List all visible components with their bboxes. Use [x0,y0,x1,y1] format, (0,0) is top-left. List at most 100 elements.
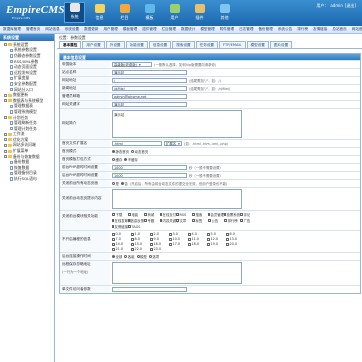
ftp-save-textarea[interactable] [112,262,242,284]
nav-0[interactable]: 系统 [64,2,85,23]
number-checkbox[interactable]: 7.0 [112,237,131,241]
expand-icon[interactable] [4,93,7,97]
settings-tab[interactable]: 功能设置 [125,41,148,48]
radio-option[interactable]: 选项 [148,254,159,259]
number-checkbox[interactable]: 12.0 [207,237,226,241]
module-checkbox[interactable]: 搜索 [192,212,208,217]
number-checkbox[interactable]: 5.0 [207,232,226,236]
ext-select[interactable]: 扩展名 ▾ [164,141,182,146]
site-name-input[interactable]: 演示站 [112,70,187,75]
number-checkbox[interactable]: 2.0 [150,232,169,236]
username[interactable]: admin [330,3,343,8]
nav-3[interactable]: 模板 [139,2,160,23]
submenu-link[interactable]: 数据库管理 [3,27,21,32]
radio-option[interactable]: 全部 [112,254,122,259]
version-select[interactable]: 高级版(收费版) ▾ [112,62,152,67]
number-checkbox[interactable]: 10.0 [169,237,188,241]
settings-tab[interactable]: 搜索设置 [172,41,195,48]
description-textarea[interactable]: 演示站 [112,110,242,138]
expand-icon[interactable] [4,155,7,159]
module-checkbox[interactable]: 专题 [144,218,160,223]
number-checkbox[interactable]: 8.0 [131,237,150,241]
site-url-input[interactable]: / [112,78,187,83]
module-checkbox[interactable]: 下载 [112,212,128,217]
expand-icon[interactable] [4,43,7,47]
number-checkbox[interactable]: 19.0 [207,242,226,246]
number-checkbox[interactable]: 4.0 [188,232,207,236]
expand-icon[interactable] [4,143,7,147]
submenu-link[interactable]: 管理首页 [26,27,40,32]
index-ext-input[interactable]: .html [112,141,162,146]
logout-link[interactable]: [退出] [345,3,356,8]
module-checkbox[interactable]: 投票系统 [224,212,240,217]
php-time2-input[interactable]: 1000 [112,173,187,178]
logo[interactable]: EmpireCMS [6,4,65,16]
radio-option[interactable]: 模型 [136,254,147,259]
number-checkbox[interactable]: 11.0 [188,237,207,241]
expand-icon[interactable] [4,138,7,142]
number-checkbox[interactable]: 15.0 [131,242,150,246]
number-checkbox[interactable]: 0.0 [112,232,131,236]
submenu-link[interactable]: 系统设置 [65,27,79,32]
submenu-link[interactable]: 用户管理 [103,27,117,32]
submenu-link[interactable]: 日志管理 [239,27,253,32]
module-checkbox[interactable]: 文章 [176,218,192,223]
submenu-link[interactable]: 备份管理 [258,27,272,32]
settings-tab[interactable]: 外设置 [105,41,125,48]
radio-option[interactable]: 是 [112,181,119,186]
module-checkbox[interactable]: 排行榜 [224,218,240,223]
number-checkbox[interactable]: 17.0 [169,242,188,246]
submenu-link[interactable]: 模板管理 [123,27,137,32]
module-checkbox[interactable]: 标签 [192,218,208,223]
module-checkbox[interactable]: 公告 [208,218,224,223]
module-checkbox[interactable]: 信息反馈 [128,218,144,223]
module-checkbox[interactable]: 商城 [144,212,160,217]
nav-1[interactable]: 信息 [89,2,110,23]
last-input[interactable] [112,287,187,292]
settings-tab[interactable]: 基本属性 [59,41,82,48]
expand-icon[interactable] [4,99,7,103]
module-checkbox[interactable]: 广告 [240,218,256,223]
radio-option[interactable]: 缓存 [112,157,122,162]
number-checkbox[interactable]: 20.0 [226,242,245,246]
radio-option[interactable]: 不缓存 [124,157,138,162]
settings-tab[interactable]: 用户设置 [82,41,105,48]
module-checkbox[interactable]: 会员管理 [208,212,224,217]
sidebar-item[interactable]: 执行SQL语句 [2,176,52,182]
php-time-input[interactable]: 1000 [112,165,187,170]
submenu-link[interactable]: 网站首页 [352,27,362,32]
radio-option[interactable]: 各组 [124,254,135,259]
keywords-input[interactable]: 演示站 [112,102,187,107]
news-url-input[interactable]: /d/file/ [112,86,187,91]
nav-2[interactable]: 栏目 [114,2,135,23]
submenu-link[interactable]: 友情链接 [313,27,327,32]
radio-option[interactable]: 静态首页 [112,149,129,154]
number-checkbox[interactable]: 14.0 [112,242,131,246]
submenu-link[interactable]: 总站首页 [332,27,346,32]
module-checkbox[interactable]: 评论 [240,212,256,217]
module-checkbox[interactable]: RSS [176,212,192,217]
settings-tab[interactable]: 信息设置 [148,41,172,48]
nav-6[interactable]: 其他 [214,2,235,23]
submenu-link[interactable]: 插件管理 [142,27,156,32]
submenu-link[interactable]: 模型管理 [200,27,214,32]
number-checkbox[interactable]: 18.0 [188,242,207,246]
settings-tab[interactable]: 模型设置 [246,41,269,48]
radio-option[interactable]: 动态首页 [131,149,148,154]
admin-email-input[interactable]: admin@phome.net [112,94,187,99]
close-hint-textarea[interactable] [112,189,242,209]
number-checkbox[interactable]: 3.0 [169,232,188,236]
expand-icon[interactable] [4,116,7,120]
number-checkbox[interactable]: 23.0 [150,247,169,251]
nav-4[interactable]: 用户 [164,2,185,23]
module-checkbox[interactable]: 在线支付 [160,212,176,217]
number-checkbox[interactable]: 9.0 [150,237,169,241]
module-checkbox[interactable]: 电影 [128,212,144,217]
submenu-link[interactable]: 栏目管理 [162,27,176,32]
number-checkbox[interactable]: 13.0 [226,237,245,241]
submenu-link[interactable]: 网站信息 [45,27,59,32]
number-checkbox[interactable]: 1.0 [131,232,150,236]
nav-5[interactable]: 插件 [189,2,210,23]
module-checkbox[interactable]: 友情链接 [112,224,128,229]
module-checkbox[interactable]: 在线发邮件 [112,218,131,223]
